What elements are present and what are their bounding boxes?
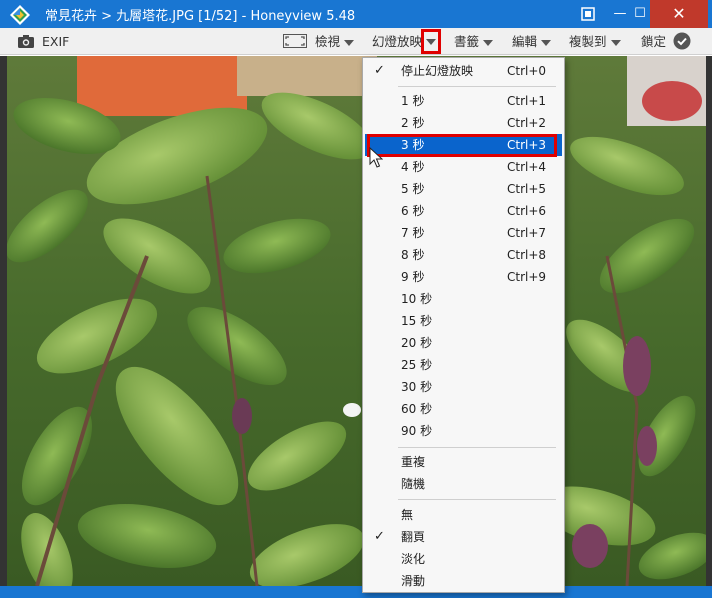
edit-label: 編輯 bbox=[512, 34, 538, 49]
status-bar bbox=[0, 586, 712, 598]
menu-item-label: 15 秒 bbox=[401, 314, 433, 328]
view-label: 檢視 bbox=[314, 34, 340, 49]
check-icon: ✓ bbox=[374, 63, 385, 78]
menu-item-shortcut: Ctrl+2 bbox=[507, 116, 547, 130]
menu-item-interval[interactable]: 4 秒 Ctrl+4 bbox=[365, 156, 562, 178]
menu-item-label: 滑動 bbox=[401, 574, 426, 588]
menu-item-label: 6 秒 bbox=[401, 204, 425, 218]
chevron-down-icon bbox=[344, 39, 354, 46]
copyto-menu-button[interactable]: 複製到 bbox=[569, 32, 621, 52]
menu-item-interval[interactable]: 1 秒 Ctrl+1 bbox=[365, 90, 562, 112]
menu-item-label: 隨機 bbox=[401, 477, 426, 491]
menu-separator bbox=[398, 86, 556, 87]
menu-item-label: 7 秒 bbox=[401, 226, 425, 240]
selected-item-highlight-frame bbox=[367, 134, 557, 157]
menu-item-label: 重複 bbox=[401, 455, 426, 469]
fit-window-icon[interactable] bbox=[578, 0, 598, 28]
menu-item-shortcut: Ctrl+0 bbox=[507, 64, 547, 78]
menu-item-label: 1 秒 bbox=[401, 94, 425, 108]
menu-item-label: 2 秒 bbox=[401, 116, 425, 130]
edit-menu-button[interactable]: 編輯 bbox=[512, 32, 552, 52]
chevron-down-icon bbox=[483, 39, 494, 46]
menu-item-label: 8 秒 bbox=[401, 248, 425, 262]
bookmark-menu-button[interactable]: 書籤 bbox=[454, 32, 494, 52]
menu-item-label: 4 秒 bbox=[401, 160, 425, 174]
exif-button[interactable]: EXIF bbox=[18, 32, 69, 52]
menu-item-label: 20 秒 bbox=[401, 336, 433, 350]
menu-item-interval[interactable]: 15 秒 bbox=[365, 310, 562, 332]
lock-label: 鎖定 bbox=[641, 34, 667, 49]
menu-item-transition-page-flip[interactable]: ✓ 翻頁 bbox=[365, 526, 562, 548]
check-icon: ✓ bbox=[374, 529, 385, 544]
window-title: 常見花卉 > 九層塔花.JPG [1/52] - Honeyview 5.48 bbox=[45, 9, 356, 24]
menu-item-interval[interactable]: 6 秒 Ctrl+6 bbox=[365, 200, 562, 222]
photo-basil-flowers bbox=[7, 56, 706, 586]
menu-item-interval[interactable]: 20 秒 bbox=[365, 332, 562, 354]
chevron-down-icon bbox=[426, 39, 436, 45]
menu-item-label: 5 秒 bbox=[401, 182, 425, 196]
copyto-label: 複製到 bbox=[569, 34, 607, 49]
mouse-pointer-icon bbox=[369, 147, 383, 168]
bookmark-label: 書籤 bbox=[454, 34, 480, 49]
menu-item-interval[interactable]: 10 秒 bbox=[365, 288, 562, 310]
image-viewer[interactable] bbox=[0, 56, 712, 586]
minimize-button[interactable]: — bbox=[610, 0, 630, 28]
slideshow-label: 幻燈放映 bbox=[372, 34, 423, 49]
camera-icon bbox=[18, 35, 34, 48]
menu-separator bbox=[398, 499, 556, 500]
menu-item-label: 9 秒 bbox=[401, 270, 425, 284]
menu-item-shortcut: Ctrl+6 bbox=[507, 204, 547, 218]
honeyview-logo-icon bbox=[10, 5, 30, 25]
view-menu-button[interactable]: 檢視 bbox=[283, 32, 354, 52]
menu-item-interval[interactable]: 5 秒 Ctrl+5 bbox=[365, 178, 562, 200]
menu-item-repeat[interactable]: 重複 bbox=[365, 451, 562, 473]
menu-item-label: 10 秒 bbox=[401, 292, 433, 306]
menu-separator bbox=[398, 447, 556, 448]
menu-item-shortcut: Ctrl+8 bbox=[507, 248, 547, 262]
close-button[interactable]: ✕ bbox=[650, 0, 708, 28]
lock-button[interactable]: 鎖定 bbox=[641, 32, 691, 52]
menu-item-label: 淡化 bbox=[401, 552, 426, 566]
menu-item-interval[interactable]: 25 秒 bbox=[365, 354, 562, 376]
menu-item-transition-fade[interactable]: 淡化 bbox=[365, 548, 562, 570]
menu-item-label: 90 秒 bbox=[401, 424, 433, 438]
title-bar: 常見花卉 > 九層塔花.JPG [1/52] - Honeyview 5.48 … bbox=[0, 0, 712, 28]
chevron-down-icon bbox=[541, 39, 552, 46]
menu-item-label: 翻頁 bbox=[401, 530, 426, 544]
slideshow-dropdown-arrow[interactable] bbox=[421, 29, 441, 54]
menu-item-label: 60 秒 bbox=[401, 402, 433, 416]
menu-item-interval[interactable]: 7 秒 Ctrl+7 bbox=[365, 222, 562, 244]
menu-item-label: 30 秒 bbox=[401, 380, 433, 394]
maximize-button[interactable]: ☐ bbox=[630, 0, 650, 28]
menu-item-interval[interactable]: 8 秒 Ctrl+8 bbox=[365, 244, 562, 266]
menu-item-shortcut: Ctrl+4 bbox=[507, 160, 547, 174]
exif-label: EXIF bbox=[41, 34, 70, 49]
slideshow-menu-button[interactable]: 幻燈放映 bbox=[372, 32, 422, 52]
menu-item-interval[interactable]: 60 秒 bbox=[365, 398, 562, 420]
chevron-down-icon bbox=[610, 39, 621, 46]
menu-item-shortcut: Ctrl+7 bbox=[507, 226, 547, 240]
menu-item-shortcut: Ctrl+9 bbox=[507, 270, 547, 284]
menu-item-label: 無 bbox=[401, 508, 414, 522]
menu-item-shortcut: Ctrl+5 bbox=[507, 182, 547, 196]
menu-item-stop-slideshow[interactable]: ✓ 停止幻燈放映 Ctrl+0 bbox=[365, 60, 562, 82]
menu-item-interval[interactable]: 30 秒 bbox=[365, 376, 562, 398]
menu-item-random[interactable]: 隨機 bbox=[365, 473, 562, 495]
menu-item-shortcut: Ctrl+1 bbox=[507, 94, 547, 108]
menu-item-label: 25 秒 bbox=[401, 358, 433, 372]
toolbar: EXIF 檢視 幻燈放映 書籤 編輯 複製到 鎖定 bbox=[0, 28, 712, 55]
menu-item-transition-none[interactable]: 無 bbox=[365, 504, 562, 526]
fullscreen-icon bbox=[283, 34, 307, 48]
menu-item-interval[interactable]: 90 秒 bbox=[365, 420, 562, 442]
check-circle-icon bbox=[673, 32, 691, 50]
menu-item-interval[interactable]: 2 秒 Ctrl+2 bbox=[365, 112, 562, 134]
menu-item-transition-slide[interactable]: 滑動 bbox=[365, 570, 562, 592]
menu-item-interval[interactable]: 9 秒 Ctrl+9 bbox=[365, 266, 562, 288]
menu-item-label: 停止幻燈放映 bbox=[401, 64, 474, 78]
